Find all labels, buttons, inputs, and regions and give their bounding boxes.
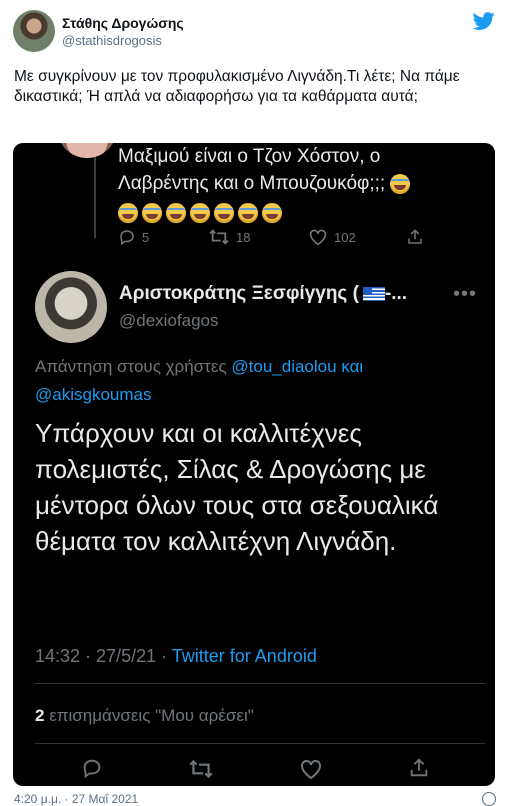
heart-icon xyxy=(309,229,327,246)
laughing-emoji-icon xyxy=(166,202,186,223)
prev-tweet-actions: 5 18 102 xyxy=(118,228,422,248)
info-icon[interactable] xyxy=(482,792,496,806)
divider xyxy=(35,743,485,744)
reply-icon xyxy=(120,230,134,246)
likes-label: επισημάνσεις "Μου αρέσει" xyxy=(49,706,254,725)
main-author-name: Αριστοκράτης Ξεσφίγγης ( xyxy=(119,283,359,304)
main-tweet-avatar[interactable] xyxy=(35,271,107,343)
tweet-text: Με συγκρίνουν με τον προφυλακισμένο Λιγν… xyxy=(14,68,460,105)
like-button[interactable]: 102 xyxy=(308,228,356,246)
likes-count: 2 xyxy=(35,706,45,725)
laughing-emoji-icon xyxy=(118,202,138,223)
mention-link[interactable]: @akisgkoumas xyxy=(35,385,151,404)
main-author-name-suffix: -... xyxy=(384,283,408,304)
share-icon xyxy=(408,229,422,244)
laughing-emoji-icon xyxy=(190,202,210,223)
likes-summary[interactable]: 2 επισημάνσεις "Μου αρέσει" xyxy=(35,706,254,726)
laughing-emoji-icon xyxy=(262,202,282,223)
retweet-count: 18 xyxy=(236,229,251,245)
heart-icon[interactable] xyxy=(299,758,323,780)
reply-prefix: Απάντηση στους χρήστες xyxy=(35,357,227,376)
prev-tweet-line1: Μαξιμού είναι ο Τζον Χόστον, ο xyxy=(118,146,381,167)
thread-line xyxy=(94,143,96,238)
share-icon[interactable] xyxy=(408,757,430,779)
more-options-icon[interactable]: ••• xyxy=(453,283,477,306)
prev-tweet-text: Μαξιμού είναι ο Τζον Χόστον, ο Λαβρέντης… xyxy=(118,143,458,226)
embedded-screenshot: Μαξιμού είναι ο Τζον Χόστον, ο Λαβρέντης… xyxy=(13,143,495,786)
reply-button[interactable]: 5 xyxy=(118,228,149,246)
twitter-bird-icon[interactable] xyxy=(472,10,496,32)
tweet-source-link[interactable]: Twitter for Android xyxy=(172,646,317,666)
reply-to-line: Απάντηση στους χρήστες @tou_diaolou και … xyxy=(35,353,485,409)
prev-tweet-line2: Λαβρέντης και ο Μπουζουκόφ;;; xyxy=(118,173,386,194)
author-avatar[interactable] xyxy=(13,10,55,52)
main-tweet-handle[interactable]: @dexiofagos xyxy=(119,311,219,331)
mention-link[interactable]: @tou_diaolou και xyxy=(231,357,363,376)
reply-count: 5 xyxy=(142,229,150,245)
main-tweet-author[interactable]: Αριστοκράτης Ξεσφίγγης ( -... xyxy=(119,283,407,305)
share-button[interactable] xyxy=(406,228,424,246)
author-name[interactable]: Στάθης Δρογώσης xyxy=(62,15,184,31)
tweet-timestamp: 14:32 · 27/5/21 · xyxy=(35,646,172,666)
main-tweet-text: Υπάρχουν και οι καλλιτέχνες πολεμιστές, … xyxy=(35,418,439,556)
retweet-button[interactable]: 18 xyxy=(208,228,250,246)
tweet-footer-timestamp[interactable]: 4:20 μ.μ. · 27 Μαΐ 2021 xyxy=(14,792,138,806)
retweet-icon xyxy=(209,229,229,245)
retweet-icon[interactable] xyxy=(188,758,214,780)
divider xyxy=(35,683,485,684)
laughing-emoji-icon xyxy=(390,173,411,194)
author-handle[interactable]: @stathisdrogosis xyxy=(62,33,162,48)
laughing-emoji-icon xyxy=(238,202,258,223)
like-count: 102 xyxy=(334,229,356,245)
reply-icon[interactable] xyxy=(81,757,103,779)
laughing-emoji-icon xyxy=(214,202,234,223)
prev-tweet-avatar xyxy=(57,143,117,158)
tweet-meta: 14:32 · 27/5/21 · Twitter for Android xyxy=(35,646,317,667)
greek-flag-icon xyxy=(362,286,385,301)
main-tweet-actions xyxy=(35,757,485,781)
laughing-emoji-icon xyxy=(142,202,162,223)
